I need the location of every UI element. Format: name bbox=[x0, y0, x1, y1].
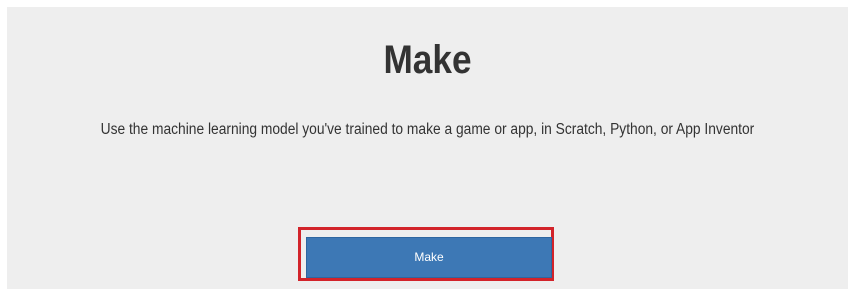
page-title: Make bbox=[383, 38, 472, 82]
page-description: Use the machine learning model you've tr… bbox=[100, 121, 755, 138]
make-button[interactable]: Make bbox=[306, 237, 552, 278]
